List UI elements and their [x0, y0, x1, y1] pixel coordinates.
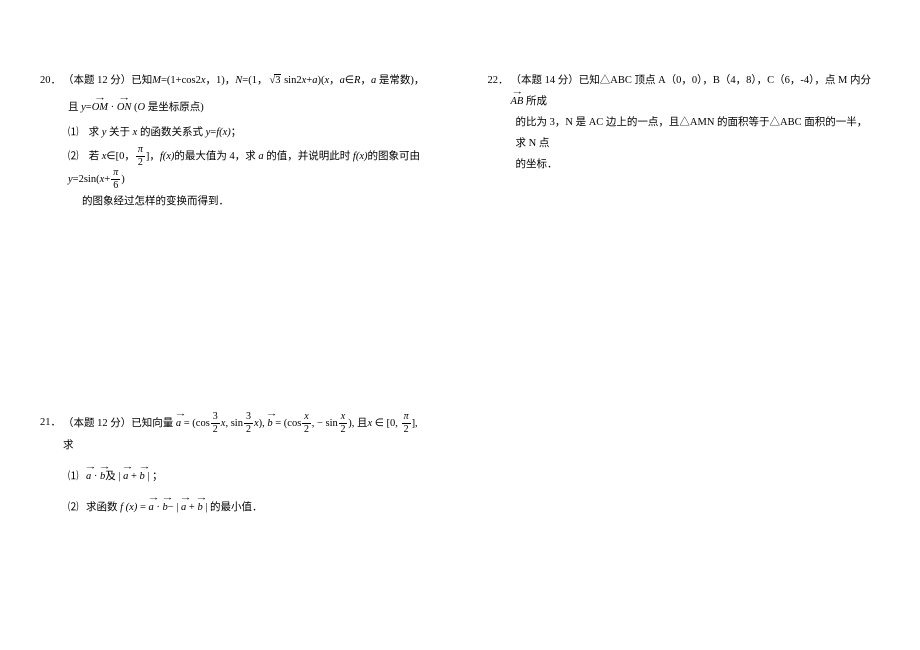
fraction: π2	[402, 412, 411, 435]
sqrt-icon: 3	[267, 70, 281, 91]
fraction: 32	[244, 412, 253, 435]
p21-sub2: ⑵求函数 f (x) = a · b− | a + b | 的最小值．	[40, 497, 428, 518]
problem-22: 22． （本题 14 分）已知△ABC 顶点 A（0，0），B（4，8），C（6…	[488, 70, 876, 175]
p21-head-body: （本题 12 分）已知向量 a = (cos32x, sin32x), b = …	[63, 412, 428, 456]
p20-sub1: ⑴ 求 y 关于 x 的函数关系式 y=f(x)；	[40, 122, 428, 143]
p20-head-body: （本题 12 分）已知M=(1+cos2x，1)，N=(1，3 sin2x+a)…	[63, 70, 428, 91]
problem-number: 21．	[40, 412, 61, 433]
vector-ab: AB	[511, 91, 524, 112]
vector-a: a	[149, 497, 154, 518]
problem-number: 20．	[40, 70, 61, 91]
vector-a: a	[86, 466, 91, 487]
fraction: x2	[339, 412, 347, 435]
left-column: 20． （本题 12 分）已知M=(1+cos2x，1)，N=(1，3 sin2…	[40, 70, 458, 630]
fraction: π2	[136, 145, 145, 168]
vector-b: b	[267, 413, 272, 434]
vector-b: b	[163, 497, 168, 518]
p22-line2: 的比为 3，N 是 AC 边上的一点，且△AMN 的面积等于△ABC 面积的一半…	[488, 112, 876, 154]
vector-a: a	[181, 497, 186, 518]
vector-b: b	[100, 466, 105, 487]
p20-sub2-cont: 的图象经过怎样的变换而得到．	[40, 191, 428, 212]
p20-line2: 且 y=OM · ON (O 是坐标原点)	[40, 97, 428, 118]
vector-b: b	[140, 466, 145, 487]
p20-sub2: ⑵ 若 x∈[0，π2]，f(x)的最大值为 4，求 a 的值，并说明此时 f(…	[40, 145, 428, 191]
fraction: 32	[211, 412, 220, 435]
p20-head: 20． （本题 12 分）已知M=(1+cos2x，1)，N=(1，3 sin2…	[40, 70, 428, 91]
p21-head: 21． （本题 12 分）已知向量 a = (cos32x, sin32x), …	[40, 412, 428, 456]
problem-21: 21． （本题 12 分）已知向量 a = (cos32x, sin32x), …	[40, 412, 428, 518]
problem-20: 20． （本题 12 分）已知M=(1+cos2x，1)，N=(1，3 sin2…	[40, 70, 428, 212]
vector-om: OM	[92, 97, 108, 118]
vector-a: a	[176, 413, 181, 434]
p22-head: 22． （本题 14 分）已知△ABC 顶点 A（0，0），B（4，8），C（6…	[488, 70, 876, 112]
p21-sub1: ⑴a · b及 | a + b | ；	[40, 466, 428, 487]
vector-b: b	[197, 497, 202, 518]
fraction: π6	[111, 168, 120, 191]
right-column: 22． （本题 14 分）已知△ABC 顶点 A（0，0），B（4，8），C（6…	[458, 70, 886, 630]
vector-on: ON	[117, 97, 132, 118]
problem-number: 22．	[488, 70, 509, 91]
fraction: x2	[302, 412, 310, 435]
p22-head-body: （本题 14 分）已知△ABC 顶点 A（0，0），B（4，8），C（6，-4）…	[511, 70, 876, 112]
p22-line3: 的坐标．	[488, 154, 876, 175]
vector-a: a	[123, 466, 128, 487]
